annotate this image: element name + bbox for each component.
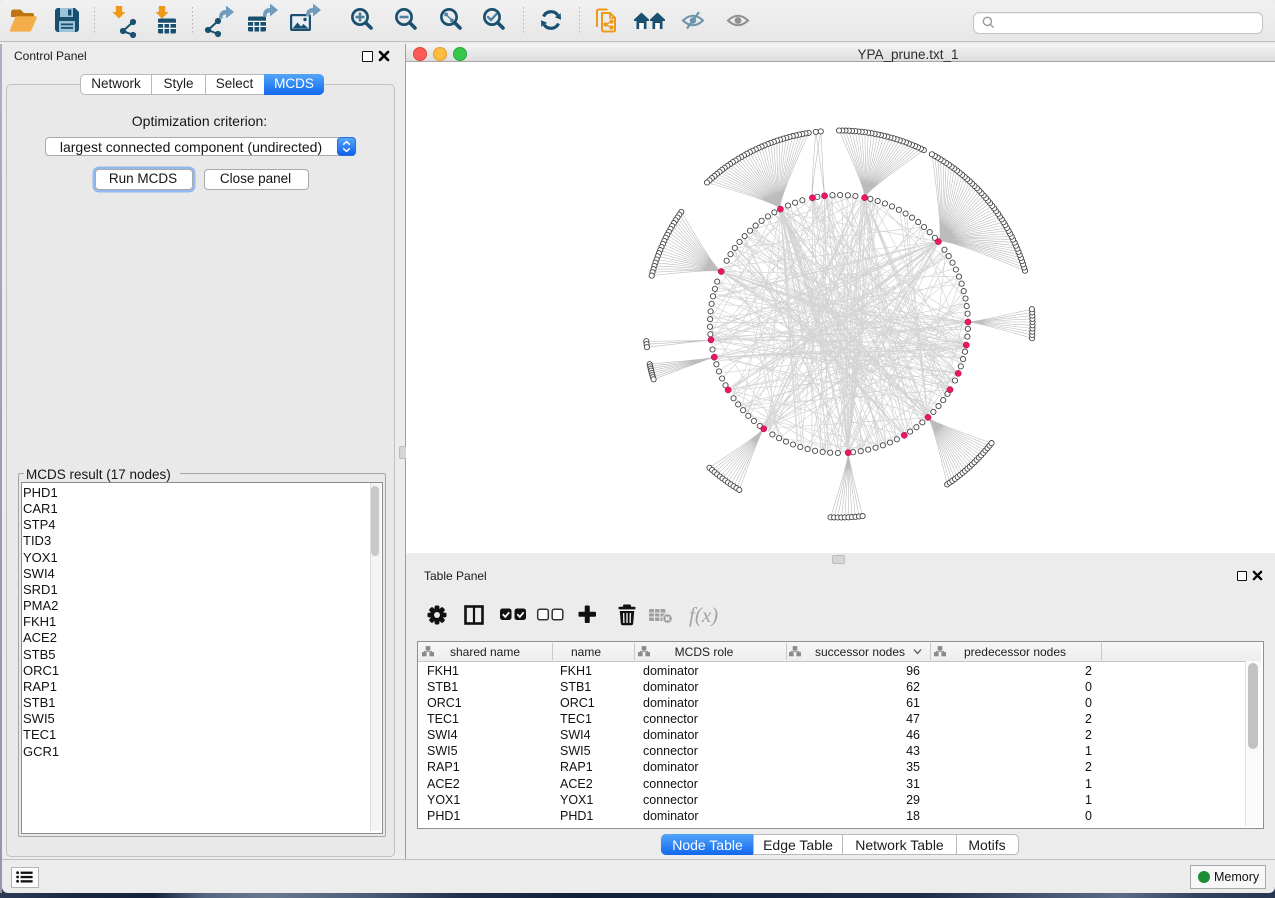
svg-text:f(x): f(x): [689, 603, 718, 627]
